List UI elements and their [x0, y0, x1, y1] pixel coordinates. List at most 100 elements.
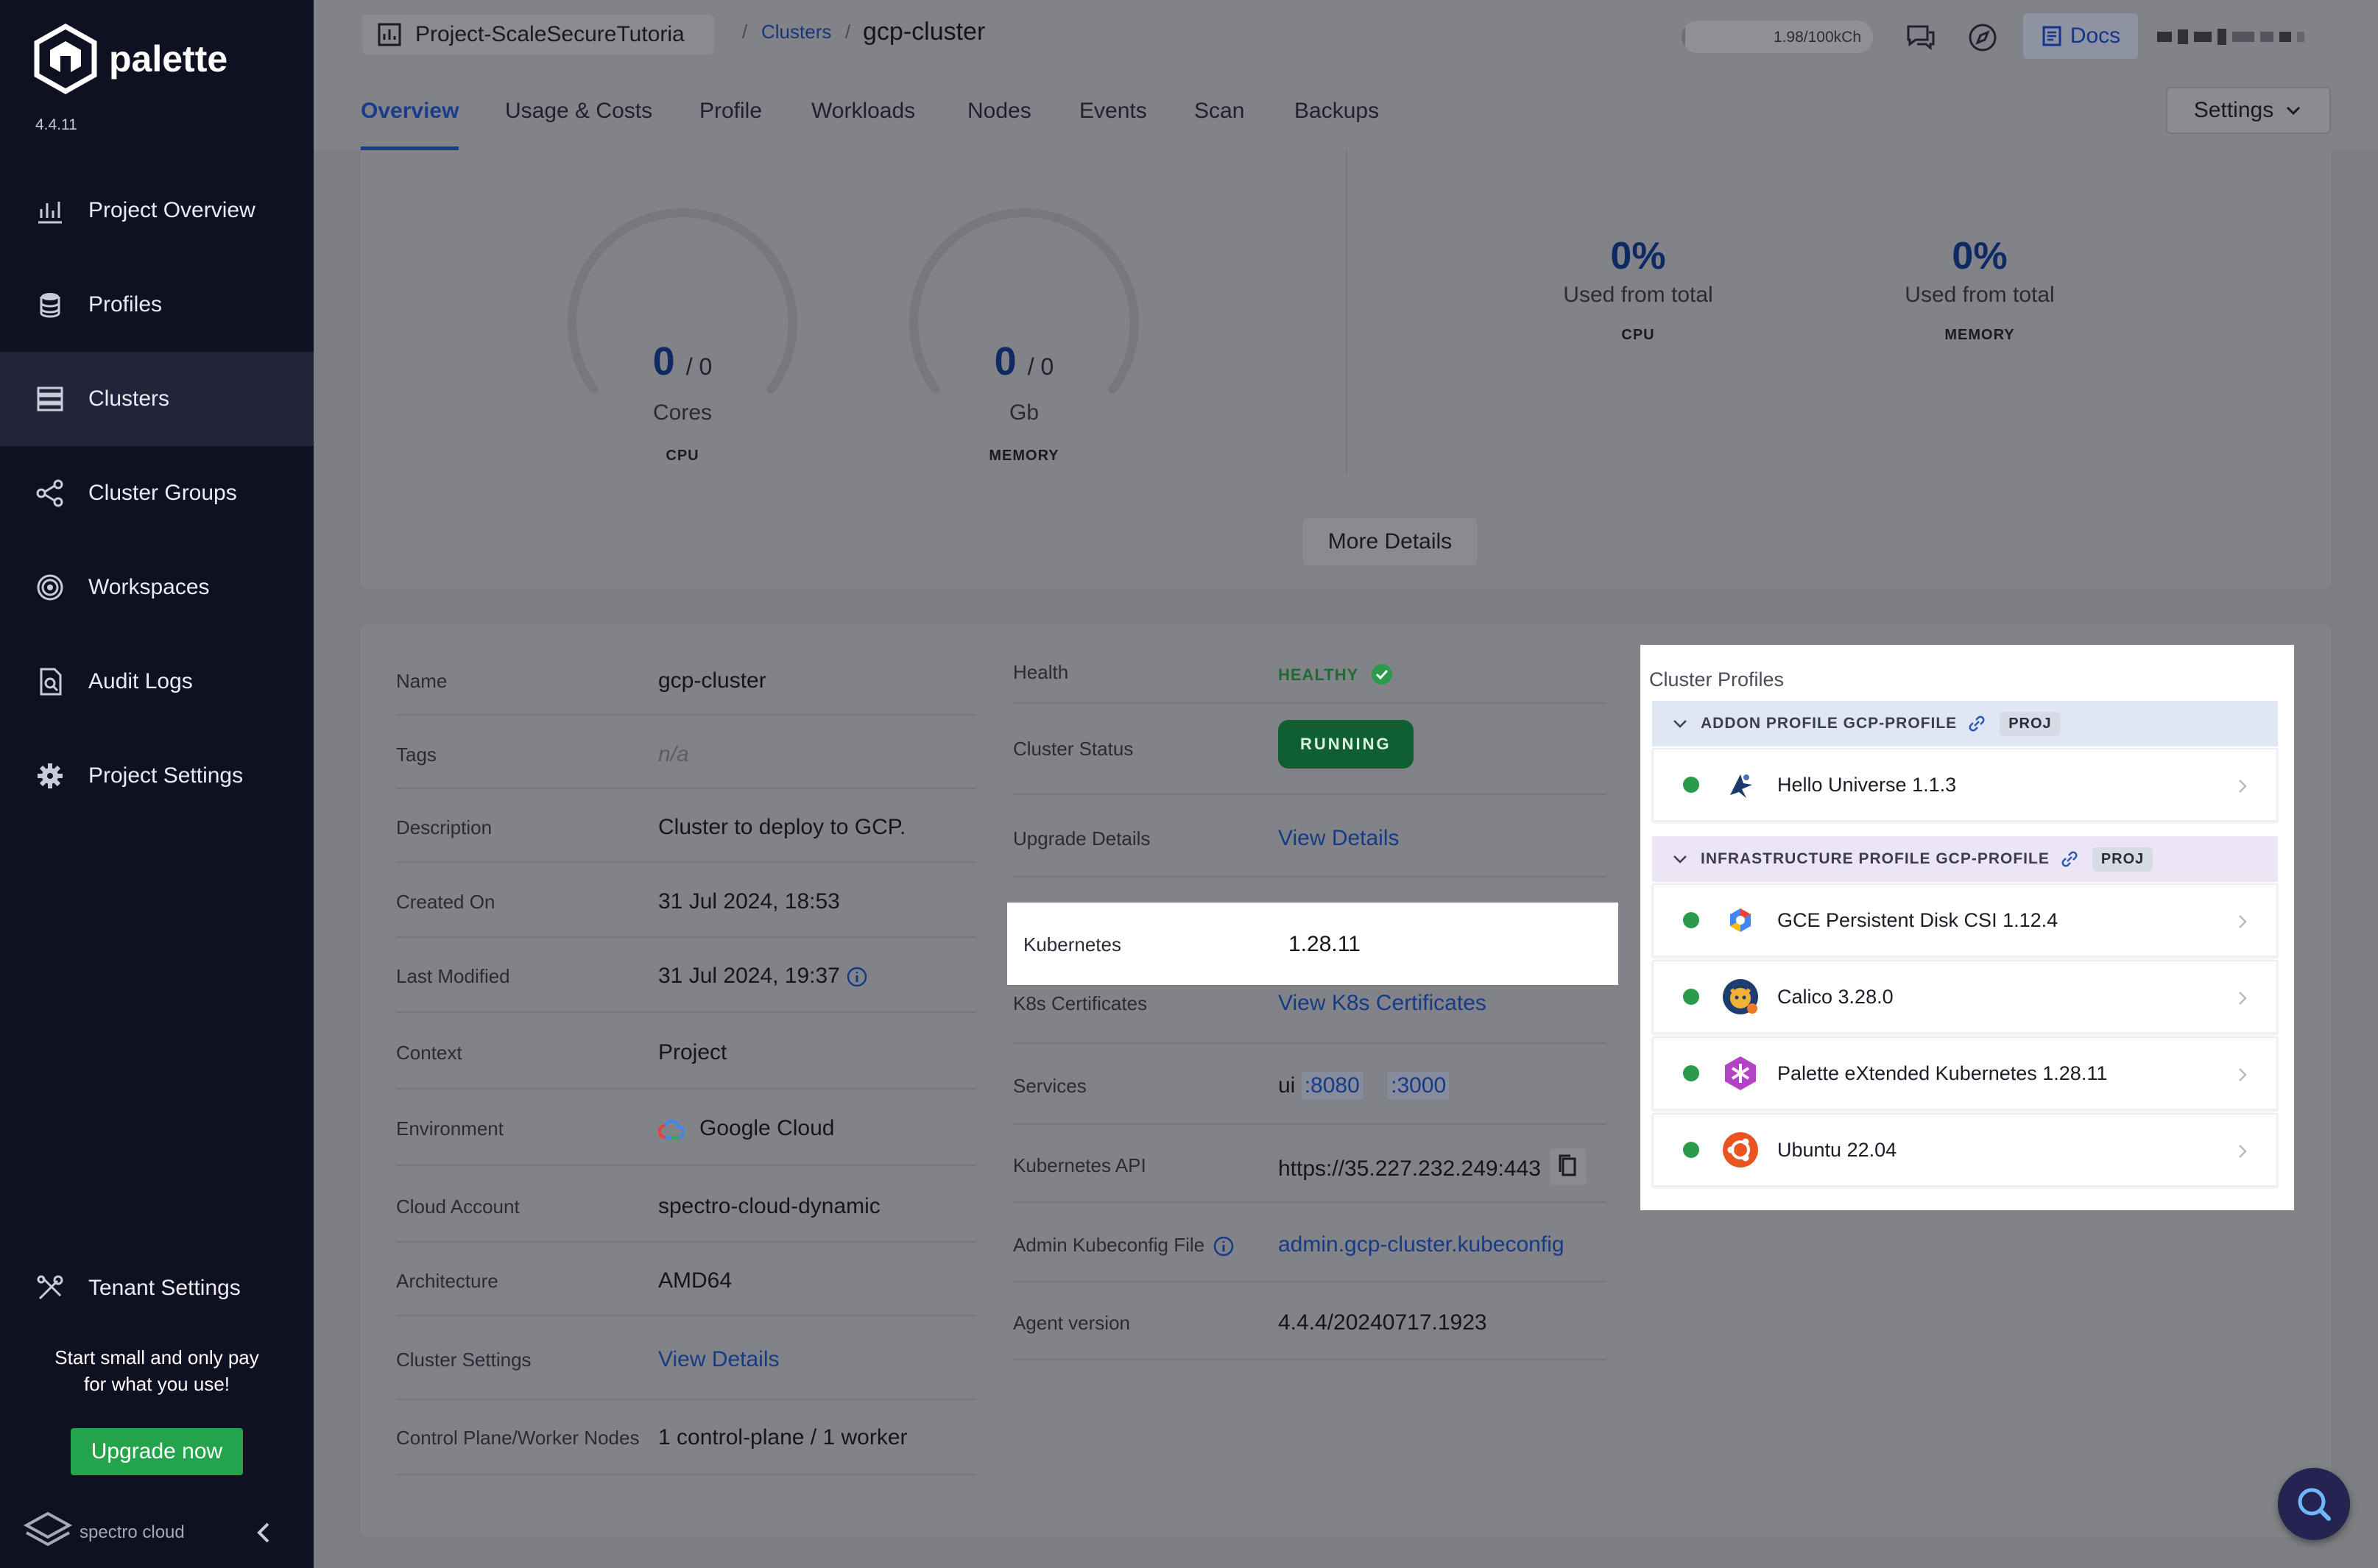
more-details-button[interactable]: More Details	[1303, 518, 1477, 565]
health-row: Health HEALTHY	[1013, 639, 1606, 704]
upgrade-now-button[interactable]: Upgrade now	[71, 1428, 243, 1475]
tab-overview[interactable]: Overview	[361, 99, 459, 150]
created-on-row: Created On 31 Jul 2024, 18:53	[396, 864, 976, 938]
info-icon[interactable]	[1213, 1235, 1235, 1257]
cluster-settings-view-details-link[interactable]: View Details	[658, 1347, 780, 1372]
app-name: palette	[109, 38, 228, 80]
info-icon[interactable]	[846, 966, 868, 988]
settings-dropdown-button[interactable]: Settings	[2166, 87, 2331, 134]
sidebar-item-audit-logs[interactable]: Audit Logs	[0, 635, 314, 729]
view-k8s-certificates-link[interactable]: View K8s Certificates	[1278, 991, 1486, 1016]
sidebar-item-clusters[interactable]: Clusters	[0, 352, 314, 446]
user-menu[interactable]	[2157, 27, 2326, 47]
status-dot	[1683, 777, 1699, 793]
admin-kubeconfig-row: Admin Kubeconfig File admin.gcp-cluster.…	[1013, 1203, 1606, 1282]
profile-pack-calico[interactable]: Calico 3.28.0	[1652, 960, 2278, 1034]
kubernetes-api-value: https://35.227.232.249:443	[1278, 1148, 1587, 1188]
sidebar-item-profiles[interactable]: Profiles	[0, 258, 314, 352]
google-cloud-icon	[657, 1120, 685, 1140]
context-label: Context	[396, 1042, 462, 1064]
help-search-button[interactable]	[2278, 1468, 2350, 1540]
pack-name: Ubuntu 22.04	[1777, 1138, 1897, 1161]
last-modified-row: Last Modified 31 Jul 2024, 19:37	[396, 938, 976, 1013]
tab-workloads[interactable]: Workloads	[811, 99, 915, 150]
addon-profile-header[interactable]: ADDON PROFILE GCP-PROFILE PROJ	[1652, 701, 2278, 746]
sidebar-item-workspaces[interactable]: Workspaces	[0, 540, 314, 635]
tenant-settings-label: Tenant Settings	[88, 1276, 241, 1300]
cloud-account-row: Cloud Account spectro-cloud-dynamic	[396, 1169, 976, 1243]
kubernetes-api-row: Kubernetes API https://35.227.232.249:44…	[1013, 1125, 1606, 1203]
profile-pack-palette-extended-kubernetes[interactable]: Palette eXtended Kubernetes 1.28.11	[1652, 1036, 2278, 1110]
pack-name: Calico 3.28.0	[1777, 985, 1894, 1008]
compass-icon[interactable]	[1966, 21, 2000, 54]
chat-icon[interactable]	[1904, 21, 1938, 54]
tab-nodes[interactable]: Nodes	[967, 99, 1031, 150]
copy-api-button[interactable]	[1550, 1148, 1587, 1185]
status-dot	[1683, 1065, 1699, 1081]
sidebar-item-label: Clusters	[88, 386, 170, 411]
tab-scan[interactable]: Scan	[1194, 99, 1244, 150]
promo-line-1: Start small and only pay	[54, 1346, 259, 1369]
palette-logo[interactable]: palette	[32, 24, 227, 94]
profile-pack-hello-universe[interactable]: Hello Universe 1.1.3	[1652, 748, 2278, 822]
description-row: Description Cluster to deploy to GCP.	[396, 791, 976, 863]
settings-label: Settings	[2193, 98, 2274, 122]
docs-button[interactable]: Docs	[2023, 13, 2138, 59]
check-circle-icon	[1371, 664, 1392, 685]
kubernetes-version-value: 1.28.11	[1288, 932, 1361, 956]
memory-gauge: 0 / 0 Gb MEMORY	[903, 202, 1146, 464]
breadcrumb-clusters-link[interactable]: Clusters	[761, 21, 831, 43]
memory-gauge-label: MEMORY	[989, 448, 1059, 464]
top-bar: Project-ScaleSecureTutoria / Clusters / …	[314, 0, 2378, 74]
collapse-sidebar-icon[interactable]	[249, 1518, 278, 1547]
control-plane-worker-nodes-value: 1 control-plane / 1 worker	[658, 1425, 908, 1449]
tab-profile[interactable]: Profile	[699, 99, 762, 150]
promo-line-2: for what you use!	[84, 1373, 230, 1395]
cpu-percent-value: 0%	[1610, 235, 1666, 278]
chart-icon	[35, 196, 65, 225]
memory-usage-percent: 0% Used from total MEMORY	[1858, 234, 2101, 344]
profile-pack-ubuntu[interactable]: Ubuntu 22.04	[1652, 1113, 2278, 1187]
sidebar-item-project-settings[interactable]: Project Settings	[0, 729, 314, 823]
cluster-profiles-title: Cluster Profiles	[1649, 668, 1785, 691]
tab-usage-costs[interactable]: Usage & Costs	[505, 99, 652, 150]
target-icon	[35, 573, 65, 602]
chevron-down-icon	[1673, 855, 1687, 864]
palette-logo-icon	[34, 24, 97, 94]
cpu-gauge-unit: Cores	[652, 400, 713, 425]
memory-percent-subtitle: Used from total	[1905, 283, 2055, 307]
tab-events[interactable]: Events	[1079, 99, 1147, 150]
service-port-3000-link[interactable]: :3000	[1388, 1072, 1450, 1099]
service-port-8080-link[interactable]: :8080	[1301, 1072, 1363, 1099]
sidebar-item-label: Cluster Groups	[88, 481, 237, 505]
link-icon[interactable]	[1966, 713, 1988, 735]
context-value: Project	[658, 1040, 727, 1064]
tags-value: n/a	[658, 742, 689, 766]
environment-value: Google Cloud	[657, 1116, 834, 1141]
upgrade-view-details-link[interactable]: View Details	[1278, 826, 1400, 851]
credits-meter[interactable]: 1.98/100kCh	[1682, 21, 1873, 53]
sidebar-item-cluster-groups[interactable]: Cluster Groups	[0, 446, 314, 540]
cluster-status-label: Cluster Status	[1013, 738, 1134, 760]
agent-version-row: Agent version 4.4.4/20240717.1923	[1013, 1282, 1606, 1360]
sidebar-item-project-overview[interactable]: Project Overview	[0, 163, 314, 258]
cloud-account-label: Cloud Account	[396, 1196, 520, 1218]
credits-meter-fill	[1682, 21, 1686, 53]
tags-row: Tags n/a	[396, 718, 976, 789]
kubeconfig-download-link[interactable]: admin.gcp-cluster.kubeconfig	[1278, 1232, 1564, 1257]
profile-pack-gce-persistent-disk[interactable]: GCE Persistent Disk CSI 1.12.4	[1652, 883, 2278, 957]
book-icon	[2042, 26, 2061, 46]
tab-backups[interactable]: Backups	[1294, 99, 1379, 150]
architecture-row: Architecture AMD64	[396, 1244, 976, 1316]
link-icon[interactable]	[2058, 848, 2081, 870]
usage-summary-card: 0 / 0 Cores CPU 0 / 0 Gb MEMORY 0% Used …	[361, 150, 2331, 589]
breadcrumb-separator: /	[845, 21, 851, 43]
sidebar-item-tenant-settings[interactable]: Tenant Settings	[0, 1241, 314, 1335]
upgrade-details-row: Upgrade Details View Details	[1013, 795, 1606, 877]
architecture-label: Architecture	[396, 1270, 498, 1292]
kubernetes-api-label: Kubernetes API	[1013, 1154, 1146, 1176]
infrastructure-profile-header[interactable]: INFRASTRUCTURE PROFILE GCP-PROFILE PROJ	[1652, 836, 2278, 882]
status-dot	[1683, 912, 1699, 928]
kubernetes-pack-icon	[1721, 1054, 1760, 1092]
project-selector[interactable]: Project-ScaleSecureTutoria	[362, 15, 714, 54]
